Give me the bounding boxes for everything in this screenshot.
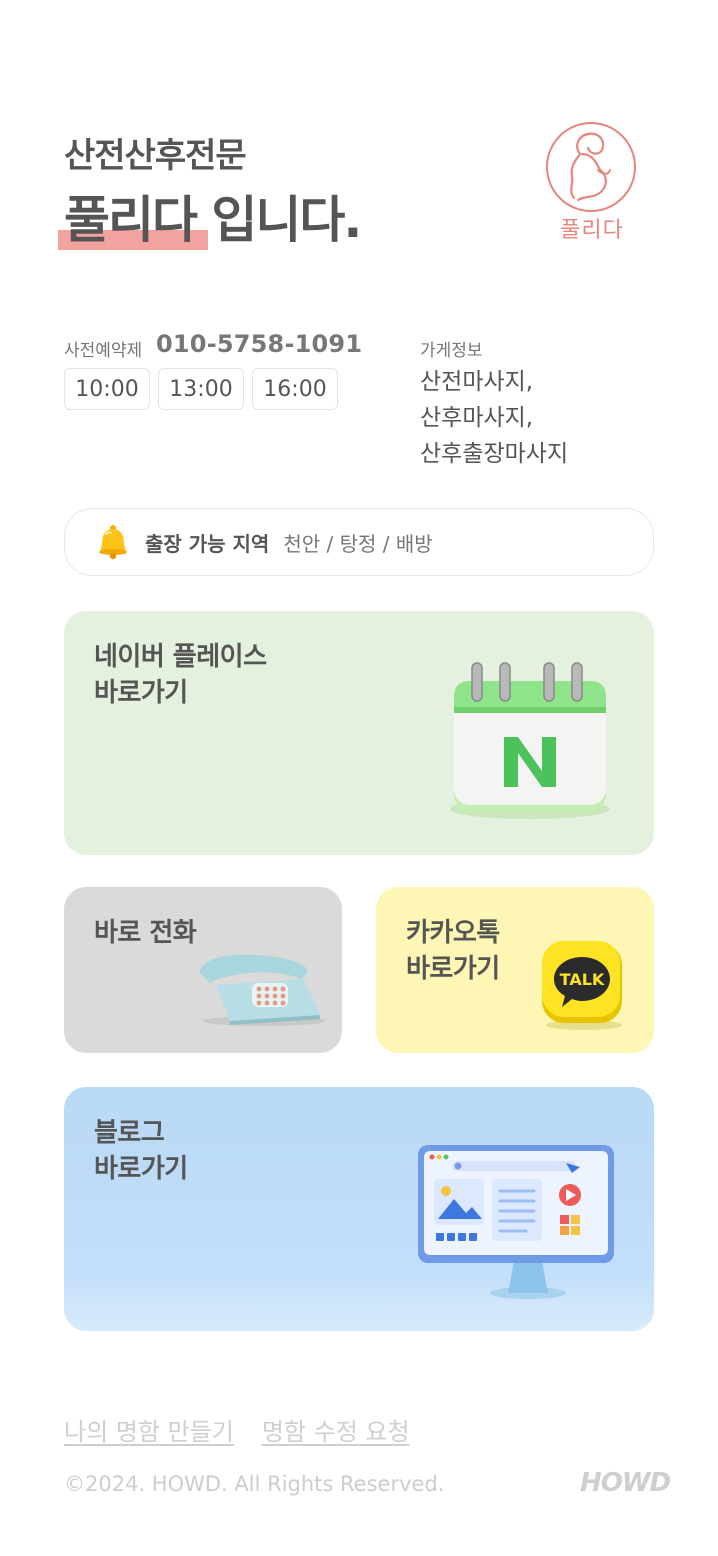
howd-logo: HOWD: [580, 1468, 671, 1498]
naver-place-button[interactable]: 네이버 플레이스 바로가기: [64, 611, 654, 855]
blog-button[interactable]: 블로그 바로가기: [64, 1087, 654, 1331]
time-slots: 10:00 13:00 16:00: [64, 368, 338, 410]
phone-number[interactable]: 010-5758-1091: [156, 330, 362, 358]
kakaotalk-icon: TALK: [542, 941, 622, 1030]
header: 산전산후전문 풀리다 입니다. 풀리다: [58, 122, 654, 258]
make-card-link[interactable]: 나의 명함 만들기: [64, 1412, 234, 1447]
page-subtitle: 산전산후전문: [64, 136, 247, 176]
call-card-title: 바로 전화: [94, 918, 197, 948]
edit-request-link[interactable]: 명함 수정 요청: [262, 1412, 410, 1447]
title-suffix: 입니다.: [196, 191, 362, 249]
info-section: 사전예약제 010-5758-1091 10:00 13:00 16:00 가게…: [64, 330, 654, 480]
copyright: ©2024. HOWD. All Rights Reserved.: [64, 1472, 445, 1496]
brand-name: 풀리다: [58, 180, 208, 252]
kakao-icon-text: TALK: [560, 970, 605, 989]
time-slot: 16:00: [252, 368, 338, 410]
pregnant-silhouette-icon: [570, 132, 611, 202]
service-area-value: 천안 / 탕정 / 배방: [283, 531, 433, 556]
service-area-box: 출장 가능 지역 천안 / 탕정 / 배방: [64, 508, 654, 576]
service-area-label: 출장 가능 지역: [145, 531, 270, 556]
naver-calendar-icon: [450, 662, 610, 819]
brand-logo: 풀리다: [546, 122, 638, 246]
telephone-icon: [200, 954, 326, 1026]
logo-circle: [546, 122, 636, 212]
page-title: 풀리다 입니다.: [58, 180, 362, 252]
footer-links: 나의 명함 만들기 명함 수정 요청: [64, 1412, 410, 1447]
bell-icon: [95, 524, 131, 560]
time-slot: 13:00: [158, 368, 244, 410]
naver-card-title: 네이버 플레이스 바로가기: [94, 642, 267, 708]
kakao-card-title: 카카오톡 바로가기: [406, 918, 500, 984]
reserve-label: 사전예약제: [64, 341, 143, 361]
kakaotalk-button[interactable]: 카카오톡 바로가기 TALK: [376, 887, 654, 1053]
blog-card-title: 블로그 바로가기: [94, 1118, 188, 1184]
service-item: 산후출장마사지: [420, 441, 569, 467]
monitor-icon: [418, 1145, 614, 1299]
store-info-label: 가게정보: [420, 341, 483, 361]
call-button[interactable]: 바로 전화: [64, 887, 342, 1053]
time-slot: 10:00: [64, 368, 150, 410]
store-services: 산전마사지, 산후마사지, 산후출장마사지: [420, 364, 568, 472]
logo-text: 풀리다: [560, 218, 624, 243]
service-item: 산전마사지,: [420, 369, 534, 395]
service-item: 산후마사지,: [420, 405, 534, 431]
